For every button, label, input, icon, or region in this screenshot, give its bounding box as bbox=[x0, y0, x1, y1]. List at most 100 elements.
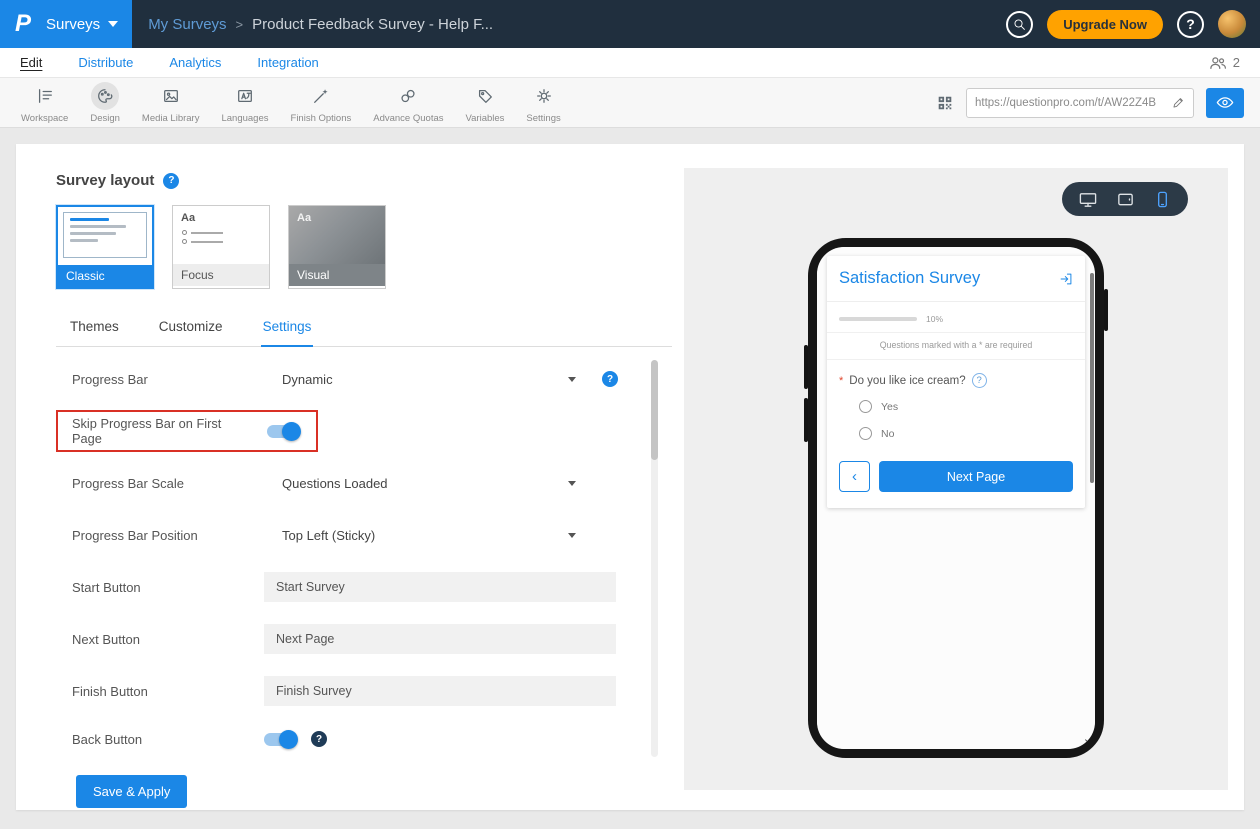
skip-progress-toggle[interactable] bbox=[267, 425, 298, 438]
toolbar-item-advance-quotas[interactable]: Advance Quotas bbox=[362, 82, 454, 124]
row-progress-bar-position: Progress Bar Position Top Left (Sticky) bbox=[72, 509, 664, 561]
eye-icon bbox=[1216, 95, 1234, 110]
questionpro-logo: P bbox=[0, 0, 46, 48]
tab-integration[interactable]: Integration bbox=[257, 55, 318, 70]
survey-back-button[interactable]: ‹ bbox=[839, 461, 870, 492]
tab-edit[interactable]: Edit bbox=[20, 55, 42, 70]
toolbar-item-finish-options[interactable]: Finish Options bbox=[280, 82, 363, 124]
back-button-help-icon[interactable]: ? bbox=[311, 731, 327, 747]
row-progress-bar-scale: Progress Bar Scale Questions Loaded bbox=[72, 457, 664, 509]
progress-bar-position-dropdown[interactable]: Top Left (Sticky) bbox=[264, 522, 586, 549]
settings-gear-icon bbox=[535, 87, 553, 105]
question-text: Do you like ice cream? bbox=[849, 375, 965, 387]
survey-url-input[interactable] bbox=[975, 97, 1166, 109]
survey-nav: Edit Distribute Analytics Integration 2 bbox=[0, 48, 1260, 78]
progress-bar-scale-dropdown[interactable]: Questions Loaded bbox=[264, 470, 586, 497]
chevron-down-icon bbox=[108, 21, 118, 27]
toolbar-item-workspace[interactable]: Workspace bbox=[10, 82, 79, 124]
start-button-input[interactable] bbox=[264, 572, 616, 602]
search-button[interactable] bbox=[1006, 11, 1033, 38]
classic-thumbnail bbox=[63, 212, 147, 258]
row-back-button: Back Button ? bbox=[72, 717, 664, 761]
option-no[interactable]: No bbox=[827, 420, 1085, 447]
settings-scrollbar[interactable] bbox=[651, 360, 658, 757]
row-progress-bar: Progress Bar Dynamic ? bbox=[72, 353, 664, 405]
skip-progress-highlight: Skip Progress Bar on First Page bbox=[56, 410, 318, 452]
page-title: Survey layout bbox=[56, 172, 154, 189]
breadcrumb-separator: > bbox=[236, 17, 244, 32]
breadcrumb-my-surveys[interactable]: My Surveys bbox=[148, 16, 226, 33]
layout-option-visual[interactable]: Aa Visual bbox=[288, 205, 386, 289]
radio-yes[interactable] bbox=[859, 400, 872, 413]
next-button-input[interactable] bbox=[264, 624, 616, 654]
phone-mockup: Satisfaction Survey 10% Questions marked… bbox=[808, 238, 1104, 758]
survey-preview-title: Satisfaction Survey bbox=[839, 269, 980, 288]
toolbar-right bbox=[936, 88, 1250, 118]
toolbar-item-settings[interactable]: Settings bbox=[515, 82, 571, 124]
question-help-icon[interactable]: ? bbox=[972, 373, 987, 388]
mobile-preview-button[interactable] bbox=[1153, 190, 1172, 209]
qr-code-button[interactable] bbox=[936, 94, 954, 112]
visual-thumbnail: Aa bbox=[289, 206, 385, 264]
row-skip-progress: Skip Progress Bar on First Page bbox=[72, 405, 664, 457]
tablet-preview-button[interactable] bbox=[1116, 190, 1135, 209]
survey-layout-help-icon[interactable]: ? bbox=[163, 173, 179, 189]
preview-panel: Satisfaction Survey 10% Questions marked… bbox=[684, 168, 1228, 790]
phone-icon bbox=[1153, 190, 1172, 209]
survey-next-button[interactable]: Next Page bbox=[879, 461, 1073, 492]
save-apply-button[interactable]: Save & Apply bbox=[76, 775, 187, 808]
toolbar-item-variables[interactable]: Variables bbox=[455, 82, 516, 124]
layout-label-focus: Focus bbox=[173, 264, 269, 286]
settings-form: Progress Bar Dynamic ? Skip Progress Bar… bbox=[56, 353, 664, 808]
phone-power-button bbox=[1104, 289, 1108, 331]
layout-label-classic: Classic bbox=[58, 265, 152, 287]
exit-icon bbox=[1059, 272, 1073, 286]
progress-bar-help-icon[interactable]: ? bbox=[602, 371, 618, 387]
top-header: P Surveys My Surveys > Product Feedback … bbox=[0, 0, 1260, 48]
edit-url-button[interactable] bbox=[1172, 96, 1185, 109]
progress-bar-dropdown[interactable]: Dynamic bbox=[264, 366, 586, 393]
required-note: Questions marked with a * are required bbox=[827, 333, 1085, 360]
toolbar-item-media-library[interactable]: Media Library bbox=[131, 82, 211, 124]
design-card: Survey layout ? Classic Aa bbox=[16, 144, 1244, 810]
toolbar-item-design[interactable]: Design bbox=[79, 82, 131, 124]
option-yes[interactable]: Yes bbox=[827, 393, 1085, 420]
survey-question: * Do you like ice cream? ? bbox=[827, 360, 1085, 393]
tab-analytics[interactable]: Analytics bbox=[169, 55, 221, 70]
phone-scrollbar[interactable] bbox=[1090, 273, 1094, 483]
workspace-icon bbox=[36, 87, 54, 105]
row-finish-button: Finish Button bbox=[72, 665, 664, 717]
avatar[interactable] bbox=[1218, 10, 1246, 38]
radio-no[interactable] bbox=[859, 427, 872, 440]
collaborators-button[interactable]: 2 bbox=[1209, 55, 1240, 71]
app-menu-surveys[interactable]: P Surveys bbox=[0, 0, 132, 48]
desktop-preview-button[interactable] bbox=[1078, 190, 1098, 209]
help-button[interactable]: ? bbox=[1177, 11, 1204, 38]
tab-themes[interactable]: Themes bbox=[68, 319, 121, 346]
tab-distribute[interactable]: Distribute bbox=[78, 55, 133, 70]
layout-label-visual: Visual bbox=[289, 264, 385, 286]
progress-percent: 10% bbox=[926, 314, 943, 324]
layout-option-focus[interactable]: Aa Focus bbox=[172, 205, 270, 289]
layout-option-classic[interactable]: Classic bbox=[56, 205, 154, 289]
monitor-icon bbox=[1078, 190, 1098, 209]
scrollbar-thumb[interactable] bbox=[651, 360, 658, 460]
required-marker: * bbox=[839, 375, 843, 387]
finish-button-input[interactable] bbox=[264, 676, 616, 706]
survey-preview-card: Satisfaction Survey 10% Questions marked… bbox=[827, 256, 1085, 508]
preview-survey-button[interactable] bbox=[1206, 88, 1244, 118]
design-icon bbox=[96, 87, 114, 105]
languages-icon bbox=[236, 87, 254, 105]
toolbar-item-languages[interactable]: Languages bbox=[210, 82, 279, 124]
design-subtabs: Themes Customize Settings bbox=[56, 319, 672, 347]
chevron-down-icon bbox=[568, 377, 576, 382]
exit-survey-icon[interactable] bbox=[1059, 272, 1073, 286]
progress-bar-track bbox=[839, 317, 917, 321]
tab-customize[interactable]: Customize bbox=[157, 319, 225, 346]
media-library-icon bbox=[162, 87, 180, 105]
device-toggle bbox=[1062, 182, 1188, 216]
upgrade-now-button[interactable]: Upgrade Now bbox=[1047, 10, 1163, 39]
back-button-toggle[interactable] bbox=[264, 733, 295, 746]
tab-settings[interactable]: Settings bbox=[261, 319, 314, 347]
finish-options-icon bbox=[312, 87, 330, 105]
